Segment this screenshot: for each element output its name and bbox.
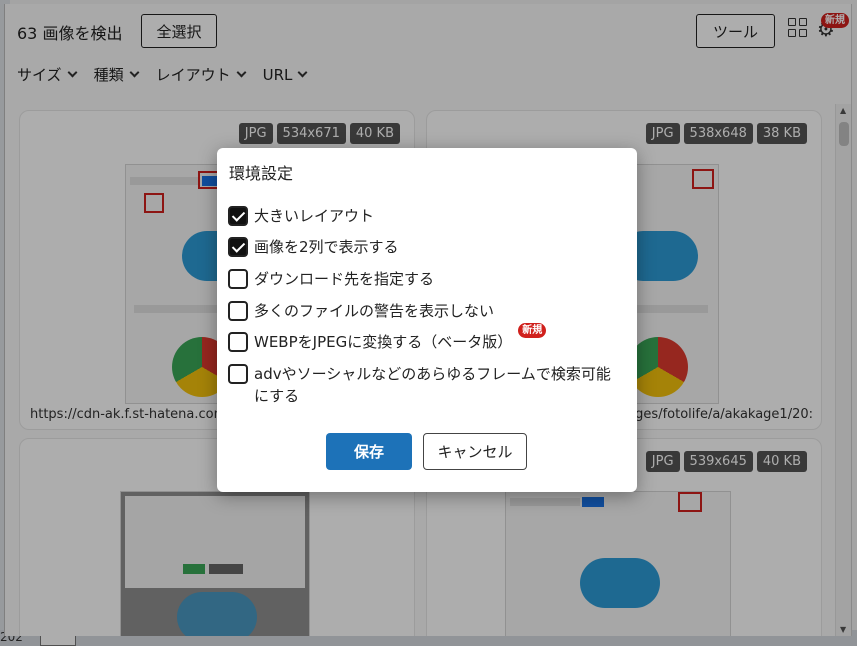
checkbox-unchecked[interactable] <box>228 364 248 384</box>
option-hide-warning[interactable]: 多くのファイルの警告を表示しない <box>228 300 624 322</box>
option-webp-to-jpeg[interactable]: WEBPをJPEGに変換する（ベータ版） 新規 <box>228 323 624 353</box>
checkbox-unchecked[interactable] <box>228 332 248 352</box>
checkbox-checked[interactable] <box>228 237 248 257</box>
option-search-all-frames[interactable]: advやソーシャルなどのあらゆるフレームで検索可能にする <box>228 363 624 407</box>
option-large-layout[interactable]: 大きいレイアウト <box>228 205 624 227</box>
checkbox-unchecked[interactable] <box>228 269 248 289</box>
checkbox-checked[interactable] <box>228 206 248 226</box>
new-badge: 新規 <box>518 323 547 338</box>
save-button[interactable]: 保存 <box>326 433 412 470</box>
settings-dialog: 環境設定 大きいレイアウト 画像を2列で表示する ダウンロード先を指定する 多く… <box>217 148 637 492</box>
option-download-location[interactable]: ダウンロード先を指定する <box>228 268 624 290</box>
option-two-columns[interactable]: 画像を2列で表示する <box>228 236 624 258</box>
dialog-title: 環境設定 <box>229 164 294 183</box>
checkbox-unchecked[interactable] <box>228 301 248 321</box>
cancel-button[interactable]: キャンセル <box>423 433 527 470</box>
